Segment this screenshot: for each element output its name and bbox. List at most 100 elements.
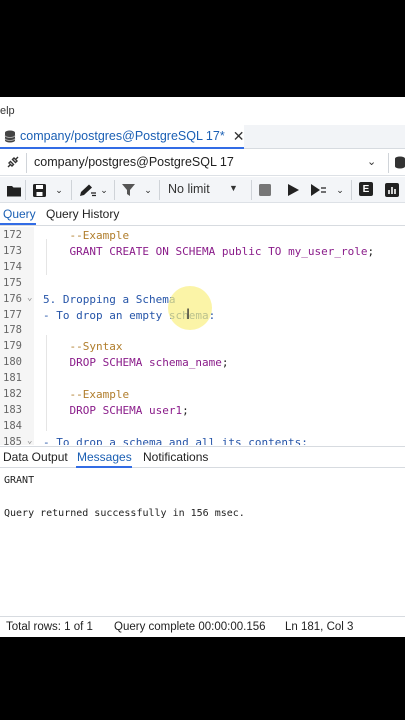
- message-line: GRANT: [4, 475, 35, 486]
- edit-options-chevron-icon[interactable]: ⌄: [98, 181, 110, 199]
- line-number: 175: [3, 276, 22, 289]
- code-token: TO: [261, 244, 289, 258]
- code-text: - To drop a schema and all its contents:: [43, 436, 308, 445]
- filter-icon[interactable]: [120, 181, 136, 199]
- tab-query-history[interactable]: Query History: [46, 207, 119, 221]
- chevron-down-icon[interactable]: ⌄: [367, 155, 376, 168]
- pgadmin-query-tool: elp company/postgres@PostgreSQL 17* ✕ co…: [0, 97, 405, 637]
- help-menu-fragment[interactable]: elp: [0, 105, 15, 117]
- tab-query[interactable]: Query: [3, 207, 36, 221]
- code-line[interactable]: 181: [0, 372, 405, 388]
- line-number: 182: [3, 388, 22, 400]
- code-token: ;: [367, 244, 375, 258]
- code-text: --Example: [43, 229, 129, 242]
- stop-icon[interactable]: [258, 181, 272, 199]
- query-complete-status: Query complete 00:00:00.156: [114, 621, 266, 633]
- execute-play-icon[interactable]: [286, 181, 300, 199]
- code-line[interactable]: 185 ⌄ - To drop a schema and all its conte…: [0, 436, 405, 445]
- toolbar-divider: [71, 180, 72, 200]
- chevron-down-icon[interactable]: ▼: [229, 183, 238, 193]
- query-tab[interactable]: company/postgres@PostgreSQL 17* ✕: [0, 125, 245, 149]
- code-token: ;: [182, 403, 189, 417]
- toolbar-divider: [25, 180, 26, 200]
- toolbar-divider: [351, 180, 352, 200]
- save-options-chevron-icon[interactable]: ⌄: [53, 181, 65, 199]
- code-token: user1: [148, 403, 183, 417]
- database-icon: [4, 130, 16, 142]
- code-token: --Example: [43, 229, 130, 242]
- code-text: DROP SCHEMA user1;: [43, 403, 189, 417]
- code-line[interactable]: 180 DROP SCHEMA schema_name;: [0, 356, 405, 372]
- explain-analyze-chart-icon[interactable]: [384, 181, 400, 199]
- code-token: DROP SCHEMA: [43, 356, 149, 370]
- toolbar-divider: [251, 180, 252, 200]
- query-toolbar: ⌄ ⌄ ⌄ No limit ▼ ⌄ E: [0, 177, 405, 203]
- active-tab-indicator: [0, 223, 36, 225]
- code-text: --Syntax: [43, 340, 122, 353]
- code-token: --Syntax: [43, 340, 123, 354]
- code-token: 5. Dropping a Schema: [43, 292, 176, 306]
- status-bar: Total rows: 1 of 1 Query complete 00:00:…: [0, 616, 405, 637]
- connection-select[interactable]: company/postgres@PostgreSQL 17: [34, 155, 234, 169]
- connection-status-icon[interactable]: [6, 155, 20, 172]
- line-number: 176: [3, 292, 22, 305]
- code-line[interactable]: 173 GRANT CREATE ON SCHEMA public TO my_…: [0, 245, 405, 261]
- toolbar-divider: [388, 153, 389, 173]
- toolbar-divider: [26, 153, 27, 173]
- tab-notifications[interactable]: Notifications: [143, 450, 208, 464]
- line-number: 184: [3, 419, 22, 432]
- open-file-icon[interactable]: [6, 181, 22, 199]
- code-line[interactable]: 174: [0, 261, 405, 277]
- tab-messages[interactable]: Messages: [77, 450, 132, 464]
- code-token: --Example: [43, 388, 130, 401]
- code-line[interactable]: 178: [0, 324, 405, 340]
- explain-icon[interactable]: E: [359, 182, 373, 196]
- save-icon[interactable]: [31, 181, 47, 199]
- connection-bar: company/postgres@PostgreSQL 17 ⌄: [0, 150, 405, 176]
- code-token: DROP SCHEMA: [43, 403, 149, 417]
- line-number: 185: [3, 435, 22, 445]
- query-tab-title: company/postgres@PostgreSQL 17*: [20, 129, 225, 143]
- messages-panel: GRANT Query returned successfully in 156…: [0, 469, 405, 615]
- fold-chevron-icon[interactable]: ⌄: [27, 293, 32, 303]
- line-number: 183: [3, 403, 22, 416]
- close-tab-icon[interactable]: ✕: [233, 128, 245, 145]
- code-text: DROP SCHEMA schema_name;: [43, 356, 228, 369]
- line-number: 172: [3, 229, 22, 241]
- toolbar-divider: [114, 180, 115, 200]
- filter-options-chevron-icon[interactable]: ⌄: [142, 181, 154, 199]
- line-number: 177: [3, 308, 22, 321]
- code-text: 5. Dropping a Schema: [43, 293, 175, 306]
- code-token: public: [221, 244, 262, 258]
- toolbar-divider: [159, 180, 160, 200]
- active-tab-indicator: [76, 466, 132, 468]
- tab-data-output[interactable]: Data Output: [3, 450, 68, 464]
- code-text: GRANT CREATE ON SCHEMA public TO my_user…: [43, 245, 374, 258]
- query-tabs: Query Query History: [0, 204, 405, 226]
- code-text: --Example: [43, 388, 129, 401]
- code-line[interactable]: 183 DROP SCHEMA user1;: [0, 404, 405, 420]
- code-line[interactable]: 172 --Example: [0, 229, 405, 245]
- line-number: 178: [3, 324, 22, 337]
- code-line[interactable]: 184: [0, 420, 405, 436]
- code-line[interactable]: 182 --Example: [0, 388, 405, 404]
- edit-pencil-icon[interactable]: [78, 181, 96, 199]
- execute-options-chevron-icon[interactable]: ⌄: [334, 181, 346, 199]
- row-limit-select[interactable]: No limit: [168, 182, 210, 196]
- output-tabs: Data Output Messages Notifications: [0, 446, 405, 468]
- code-token: GRANT CREATE ON SCHEMA: [43, 244, 222, 258]
- line-number: 179: [3, 340, 22, 353]
- message-line: Query returned successfully in 156 msec.: [4, 508, 245, 519]
- line-number: 180: [3, 356, 22, 369]
- execute-script-icon[interactable]: [310, 181, 326, 199]
- mouse-ibeam-icon: Ⅰ: [186, 307, 191, 323]
- database-icon: [395, 156, 405, 169]
- code-token: ;: [221, 356, 229, 370]
- fold-chevron-icon[interactable]: ⌄: [27, 436, 32, 445]
- code-line[interactable]: 179 --Syntax: [0, 340, 405, 356]
- total-rows-status: Total rows: 1 of 1: [6, 621, 93, 633]
- line-number: 181: [3, 372, 22, 385]
- editor-tab-bar: company/postgres@PostgreSQL 17* ✕: [0, 125, 405, 149]
- cursor-position-status: Ln 181, Col 3: [285, 621, 354, 633]
- sql-editor[interactable]: 172 --Example 173 GRANT CREATE ON SCHEMA …: [0, 227, 405, 445]
